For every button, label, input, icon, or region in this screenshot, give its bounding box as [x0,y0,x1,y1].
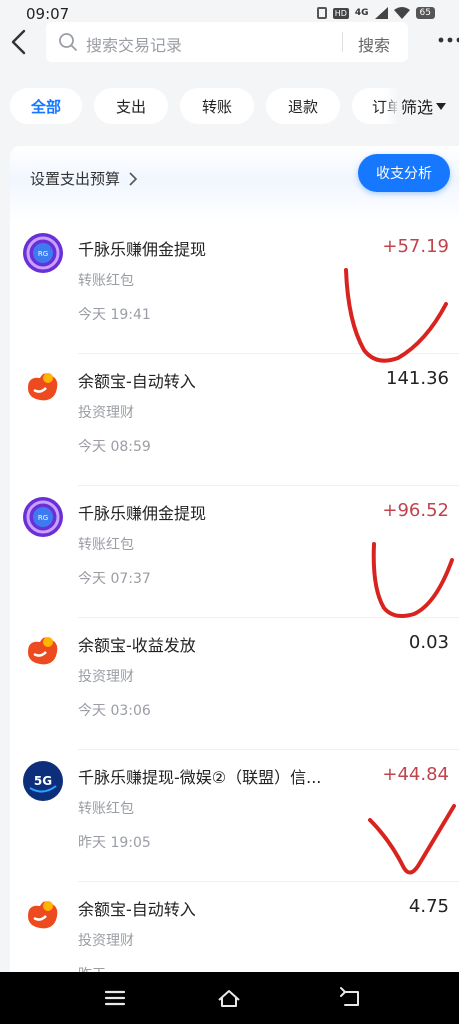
qianmai-icon: RG [23,497,63,537]
card-header: 设置支出预算 收支分析 [10,146,459,222]
analysis-button[interactable]: 收支分析 [358,154,450,192]
transaction-amount: +57.19 [382,236,449,257]
yuebao-icon [28,637,58,665]
search-input[interactable]: 搜索交易记录 [86,32,182,56]
caret-down-icon [436,102,447,110]
transaction-title: 余额宝-收益发放 [78,636,196,655]
transaction-title: 千脉乐赚佣金提现 [78,504,207,523]
transaction-title: 千脉乐赚佣金提现 [78,240,207,259]
transaction-amount: 4.75 [408,896,449,917]
transactions-card: 设置支出预算 收支分析 RG 千脉乐赚佣金提现 转账红包 今天 19:41 +5… [10,146,459,976]
wifi-icon [393,7,410,19]
transaction-time: 昨天 19:05 [78,835,151,851]
back-icon[interactable] [338,986,364,1010]
filter-label: 筛选 [401,98,434,117]
transaction-row[interactable]: 余额宝-收益发放 投资理财 今天 03:06 0.03 [10,618,459,750]
chip-expense[interactable]: 支出 [94,88,168,124]
home-icon[interactable] [216,986,242,1010]
transaction-category: 投资理财 [78,669,134,685]
search-icon [59,33,77,51]
svg-text:RG: RG [38,514,48,522]
signal-icon [374,7,388,19]
vibrate-icon [316,7,327,19]
chevron-right-icon [129,171,138,186]
filter-chips: 全部 支出 转账 退款 订单 筛选 [0,84,459,128]
transaction-amount: 141.36 [386,368,449,389]
back-arrow-icon[interactable] [6,28,32,56]
transaction-category: 转账红包 [78,273,134,289]
network-type: 4G [354,8,369,18]
qianmai-icon: RG [23,233,63,273]
hd-badge: HD [332,7,349,19]
status-icons: HD 4G 65 [316,7,435,19]
transaction-row[interactable]: RG 千脉乐赚佣金提现 转账红包 今天 19:41 +57.19 [10,222,459,354]
filter-button[interactable]: 筛选 [397,84,459,128]
battery-level: 65 [415,7,435,19]
yuebao-icon [28,901,58,929]
yuebao-icon [28,373,58,401]
transaction-row[interactable]: 余额宝-自动转入 投资理财 昨天 4.75 [10,882,459,976]
transaction-title: 余额宝-自动转入 [78,372,196,391]
transaction-time: 今天 19:41 [78,307,151,323]
transaction-title: 千脉乐赚提现-微娱②（联盟）信... [78,768,322,787]
budget-label: 设置支出预算 [30,170,121,188]
transaction-row[interactable]: 余额宝-自动转入 投资理财 今天 08:59 141.36 [10,354,459,486]
more-icon[interactable] [438,36,459,44]
transaction-row[interactable]: 5G 千脉乐赚提现-微娱②（联盟）信... 转账红包 昨天 19:05 +44.… [10,750,459,882]
transaction-category: 转账红包 [78,801,134,817]
transaction-category: 投资理财 [78,405,134,421]
status-bar: 09:07 HD 4G 65 [0,0,459,24]
transaction-category: 投资理财 [78,933,134,949]
search-divider [342,32,343,52]
chip-refund[interactable]: 退款 [266,88,340,124]
transaction-time: 今天 07:37 [78,571,151,587]
5g-icon: 5G [23,761,63,801]
svg-text:5G: 5G [34,774,52,788]
status-time: 09:07 [26,5,70,23]
chip-all[interactable]: 全部 [10,88,82,124]
menu-icon[interactable] [102,986,128,1010]
transaction-time: 今天 08:59 [78,439,151,455]
transaction-time: 今天 03:06 [78,703,151,719]
search-button[interactable]: 搜索 [358,32,390,56]
transaction-title: 余额宝-自动转入 [78,900,196,919]
system-nav-bar [0,972,459,1024]
transaction-row[interactable]: RG 千脉乐赚佣金提现 转账红包 今天 07:37 +96.52 [10,486,459,618]
budget-link[interactable]: 设置支出预算 [30,168,138,189]
transaction-amount: 0.03 [408,632,449,653]
transaction-amount: +44.84 [382,764,449,785]
chip-transfer[interactable]: 转账 [180,88,254,124]
search-box[interactable]: 搜索交易记录 搜索 [46,22,408,62]
transaction-category: 转账红包 [78,537,134,553]
transaction-amount: +96.52 [382,500,449,521]
svg-text:RG: RG [38,250,48,258]
